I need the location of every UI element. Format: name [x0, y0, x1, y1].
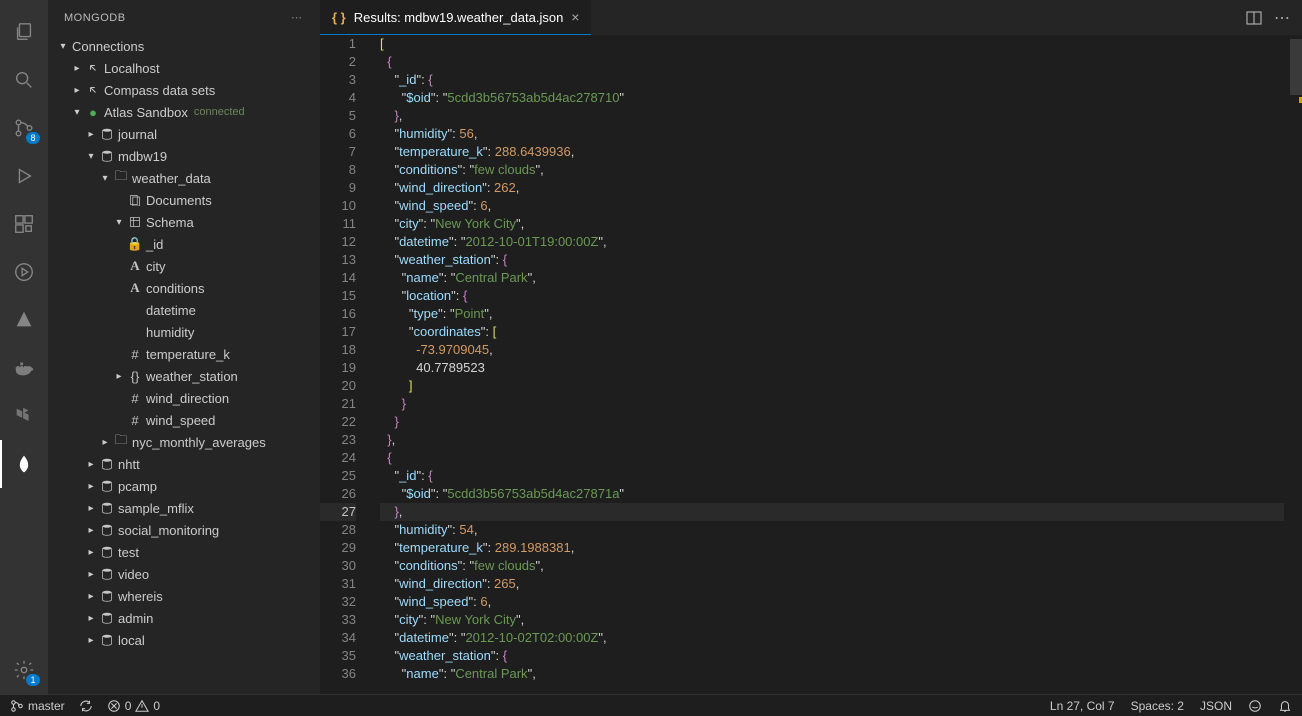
- field-datetime[interactable]: datetime: [48, 299, 320, 321]
- more-actions-icon[interactable]: ⋯: [1274, 8, 1290, 28]
- field-temperature[interactable]: #temperature_k: [48, 343, 320, 365]
- code-content[interactable]: [ { "_id": { "$oid": "5cdd3b56753ab5d4ac…: [370, 35, 1284, 694]
- split-editor-icon[interactable]: [1246, 10, 1262, 26]
- files-icon[interactable]: [0, 8, 48, 56]
- connections-tree: ▾Connections ▸Localhost ▸Compass data se…: [48, 35, 320, 694]
- mongodb-icon[interactable]: [0, 440, 48, 488]
- sb-sync[interactable]: [79, 699, 93, 713]
- search-icon[interactable]: [0, 56, 48, 104]
- conn-atlas[interactable]: ▾●Atlas Sandboxconnected: [48, 101, 320, 123]
- scm-icon[interactable]: 8: [0, 104, 48, 152]
- scm-badge: 8: [26, 132, 40, 144]
- db-local[interactable]: ▸local: [48, 629, 320, 651]
- conn-compass[interactable]: ▸Compass data sets: [48, 79, 320, 101]
- tab-bar: { } Results: mdbw19.weather_data.json × …: [320, 0, 1302, 35]
- activity-bar: 8 1: [0, 0, 48, 694]
- settings-icon[interactable]: 1: [0, 646, 48, 694]
- scroll-indicator[interactable]: [1290, 39, 1302, 95]
- close-icon[interactable]: ×: [571, 9, 579, 25]
- db-whereis[interactable]: ▸whereis: [48, 585, 320, 607]
- db-mdbw19[interactable]: ▾mdbw19: [48, 145, 320, 167]
- debug-icon[interactable]: [0, 152, 48, 200]
- documents-node[interactable]: Documents: [48, 189, 320, 211]
- tab-title: Results: mdbw19.weather_data.json: [354, 10, 564, 25]
- terraform-icon[interactable]: [0, 392, 48, 440]
- sidebar-title: MONGODB: [64, 12, 126, 24]
- sb-bell-icon[interactable]: [1278, 699, 1292, 713]
- coll-nyc-avg[interactable]: ▸🗀nyc_monthly_averages: [48, 431, 320, 453]
- db-sample-mflix[interactable]: ▸sample_mflix: [48, 497, 320, 519]
- db-journal[interactable]: ▸journal: [48, 123, 320, 145]
- debug-alt-icon[interactable]: [0, 248, 48, 296]
- sidebar: MONGODB ⋯ ▾Connections ▸Localhost ▸Compa…: [48, 0, 320, 694]
- line-gutter: 1234567891011121314151617181920212223242…: [320, 35, 370, 694]
- more-icon[interactable]: ⋯: [291, 11, 304, 24]
- sb-feedback-icon[interactable]: [1248, 699, 1262, 713]
- tab-results[interactable]: { } Results: mdbw19.weather_data.json ×: [320, 0, 591, 35]
- connections-header[interactable]: ▾Connections: [48, 35, 320, 57]
- db-pcamp[interactable]: ▸pcamp: [48, 475, 320, 497]
- status-bar: master 0 0 Ln 27, Col 7 Spaces: 2 JSON: [0, 694, 1302, 716]
- field-conditions[interactable]: Aconditions: [48, 277, 320, 299]
- field-humidity[interactable]: humidity: [48, 321, 320, 343]
- sb-spaces[interactable]: Spaces: 2: [1131, 699, 1184, 713]
- sb-branch[interactable]: master: [10, 699, 65, 713]
- field-city[interactable]: Acity: [48, 255, 320, 277]
- field-wind-speed[interactable]: #wind_speed: [48, 409, 320, 431]
- docker-icon[interactable]: [0, 344, 48, 392]
- db-social[interactable]: ▸social_monitoring: [48, 519, 320, 541]
- sb-errors[interactable]: 0 0: [107, 699, 160, 713]
- field-id[interactable]: 🔒_id: [48, 233, 320, 255]
- code-editor[interactable]: 1234567891011121314151617181920212223242…: [320, 35, 1302, 694]
- settings-badge: 1: [26, 674, 40, 686]
- coll-weather-data[interactable]: ▾🗀weather_data: [48, 167, 320, 189]
- sb-lang[interactable]: JSON: [1200, 699, 1232, 713]
- db-test[interactable]: ▸test: [48, 541, 320, 563]
- minimap[interactable]: [1284, 35, 1302, 694]
- json-icon: { }: [332, 10, 346, 25]
- conn-localhost[interactable]: ▸Localhost: [48, 57, 320, 79]
- db-nhtt[interactable]: ▸nhtt: [48, 453, 320, 475]
- schema-node[interactable]: ▾Schema: [48, 211, 320, 233]
- sb-cursor[interactable]: Ln 27, Col 7: [1050, 699, 1115, 713]
- extensions-icon[interactable]: [0, 200, 48, 248]
- db-video[interactable]: ▸video: [48, 563, 320, 585]
- field-weather-station[interactable]: ▸{}weather_station: [48, 365, 320, 387]
- db-admin[interactable]: ▸admin: [48, 607, 320, 629]
- editor-area: { } Results: mdbw19.weather_data.json × …: [320, 0, 1302, 694]
- field-wind-direction[interactable]: #wind_direction: [48, 387, 320, 409]
- azure-icon[interactable]: [0, 296, 48, 344]
